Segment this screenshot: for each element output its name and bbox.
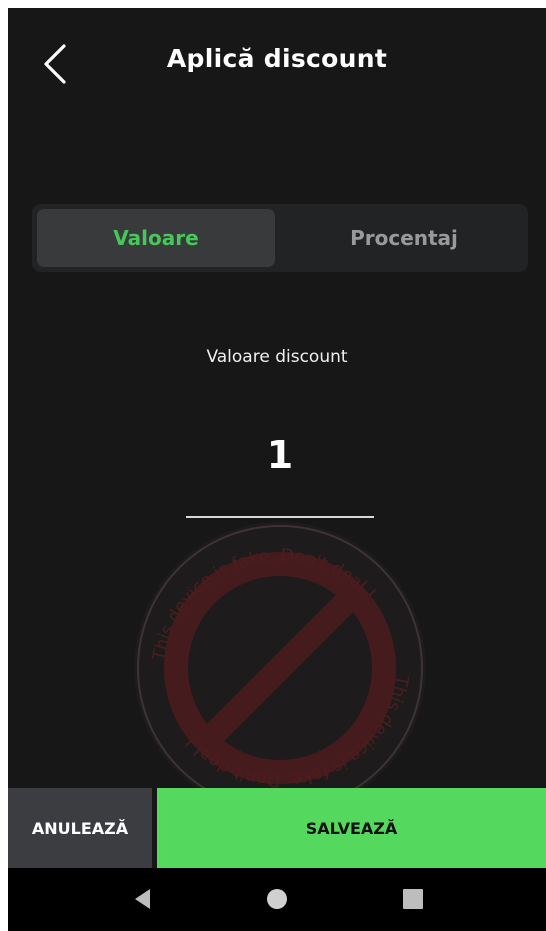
prohibited-sign-icon: This device is fake. Don't deal ! This d… [134, 522, 426, 814]
discount-value-label: Valoare discount [206, 347, 348, 367]
watermark-text-bottom: This device is fake. Don't deal ! [181, 673, 412, 790]
nav-back-button[interactable] [128, 884, 158, 914]
tab-valoare[interactable]: Valoare [37, 209, 275, 267]
nav-recents-button[interactable] [398, 884, 428, 914]
app-header: Aplică discount [8, 8, 546, 118]
tab-procentaj[interactable]: Procentaj [285, 209, 523, 267]
discount-value-input[interactable]: 1 [186, 422, 374, 488]
system-navigation-bar [8, 868, 546, 931]
app-screen: Aplică discount Valoare Procentaj Valoar… [8, 8, 546, 931]
home-circle-icon [267, 889, 287, 909]
back-triangle-icon [135, 889, 150, 909]
input-underline [186, 516, 374, 518]
nav-home-button[interactable] [262, 884, 292, 914]
watermark-text-top: This device is fake. Don't deal ! [149, 546, 380, 663]
recents-square-icon [403, 889, 423, 909]
cancel-button[interactable]: ANULEAZĂ [8, 788, 152, 868]
action-bar: ANULEAZĂ SALVEAZĂ [8, 788, 546, 868]
page-title: Aplică discount [166, 44, 388, 73]
save-button[interactable]: SALVEAZĂ [157, 788, 546, 868]
discount-type-toggle: Valoare Procentaj [32, 204, 528, 272]
